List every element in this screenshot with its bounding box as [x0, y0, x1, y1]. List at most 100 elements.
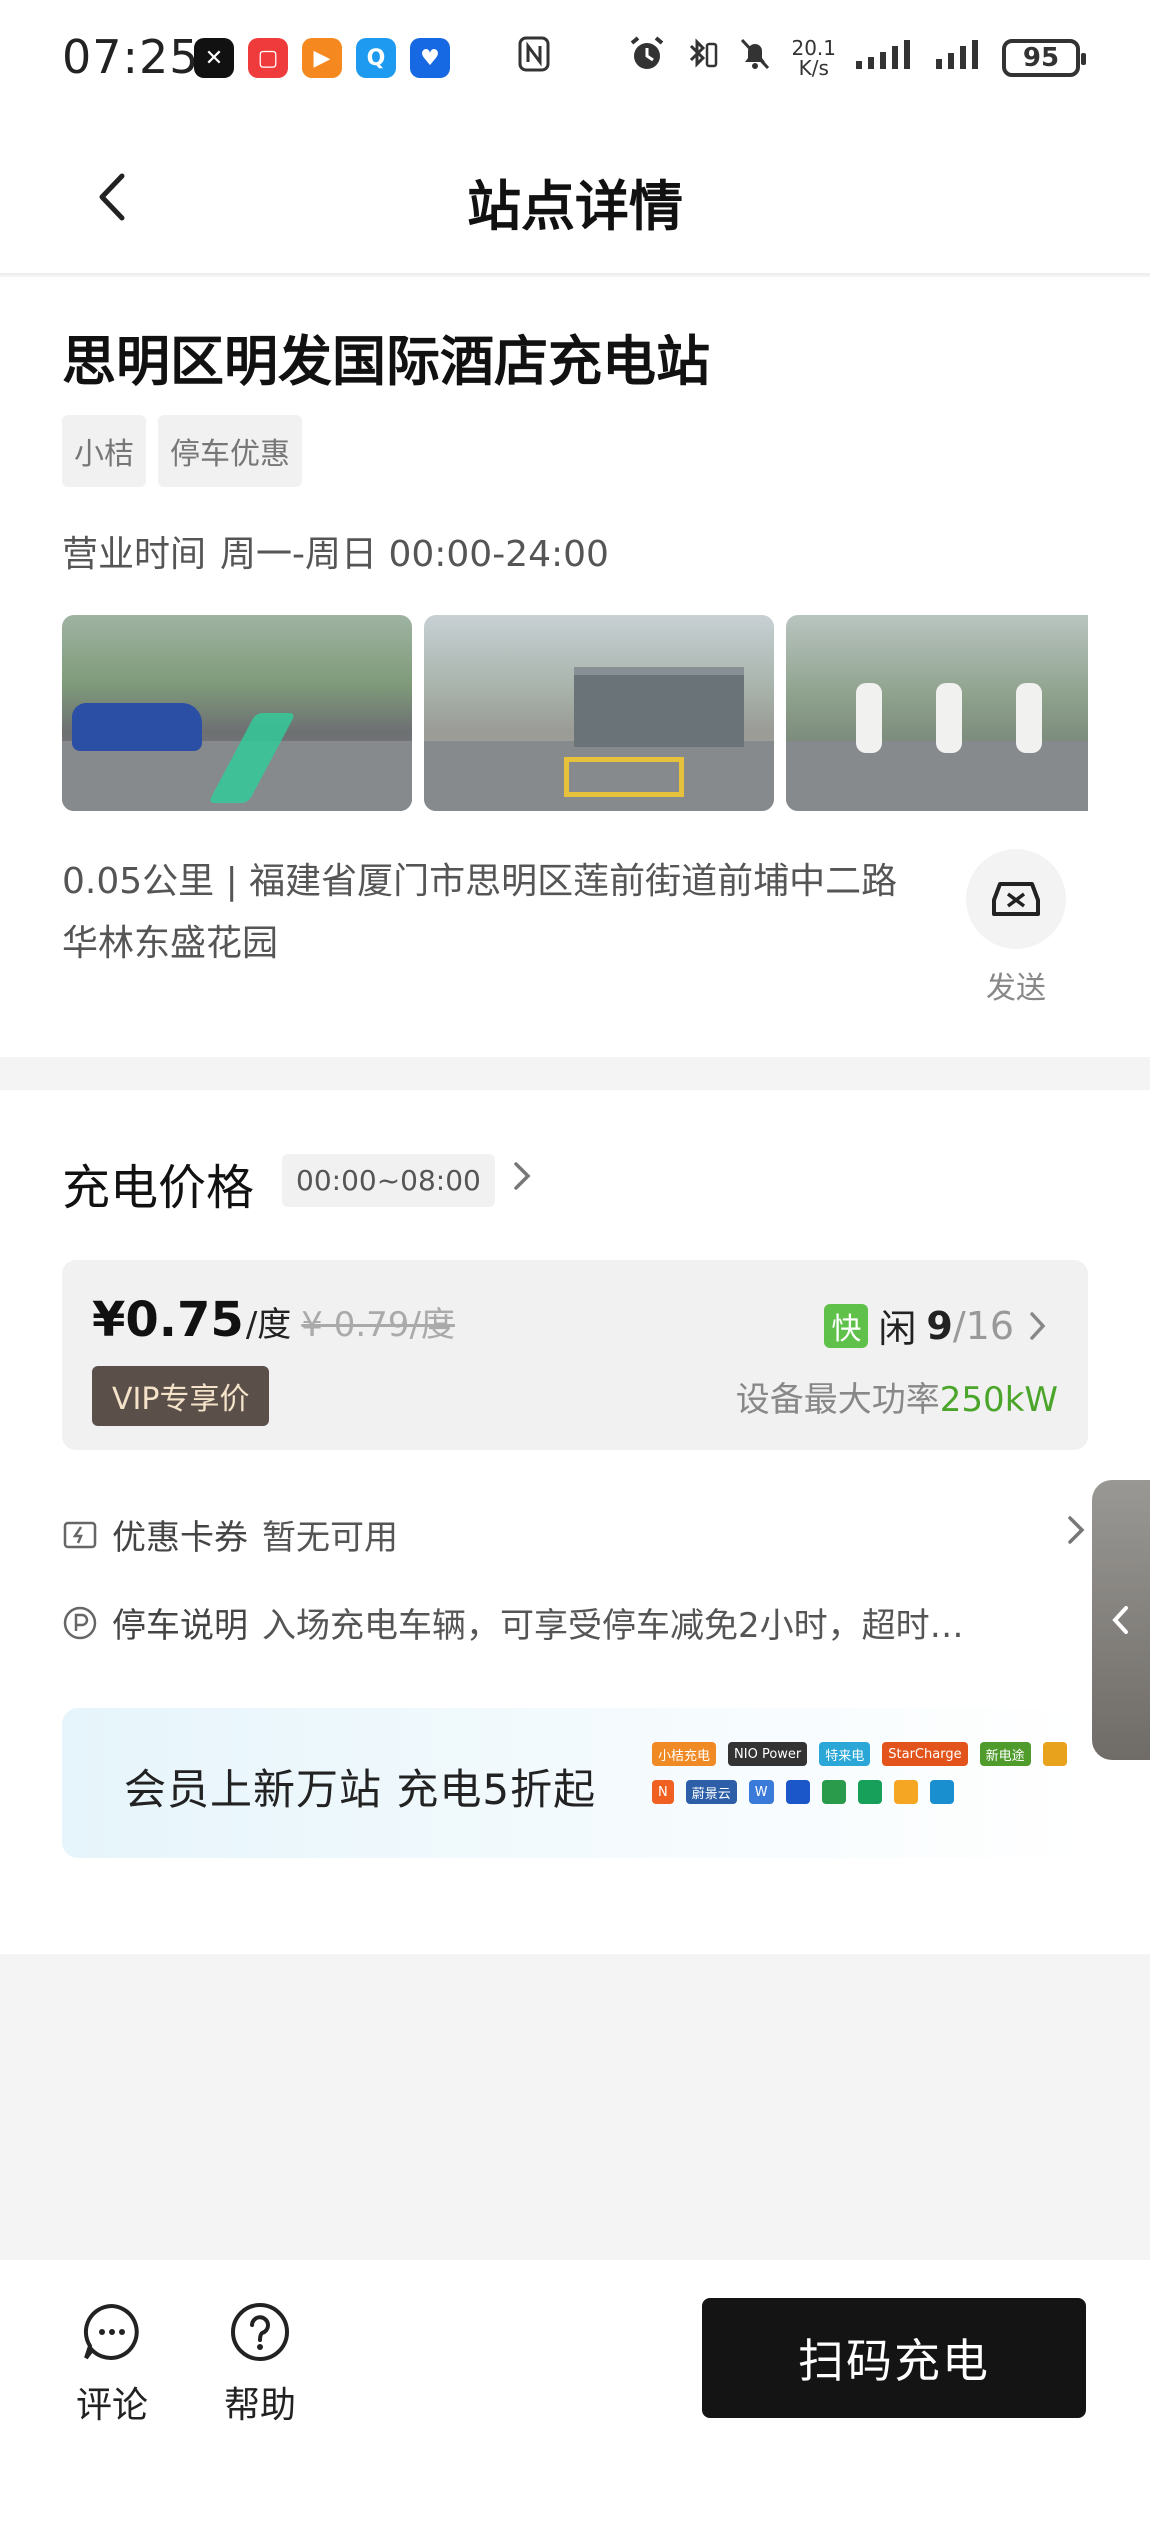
help-button[interactable]: 帮助	[210, 2300, 310, 2428]
orange-play-icon: ▶	[302, 38, 342, 78]
pricing-title: 充电价格	[62, 1160, 255, 1216]
status-time: 07:25	[62, 30, 200, 84]
current-price: ¥0.75	[92, 1292, 244, 1348]
photo-garage-gate	[574, 667, 744, 747]
station-tags: 小桔 停车优惠	[62, 415, 302, 487]
capcut-icon: ✕	[194, 38, 234, 78]
bluetooth-battery-icon	[685, 34, 719, 82]
signal-1-icon	[854, 37, 916, 79]
car-icon	[992, 882, 1040, 916]
page-header: 站点详情	[0, 120, 1150, 275]
partner-logo-icon: N	[652, 1780, 674, 1804]
send-label: 发送	[986, 971, 1046, 1006]
price-unit: /度	[245, 1305, 292, 1345]
vip-badge: VIP专享价	[92, 1366, 270, 1426]
help-label: 帮助	[223, 2385, 296, 2426]
chevron-right-icon	[514, 1162, 531, 1190]
signal-2-icon	[934, 37, 984, 79]
partner-logo-icon	[857, 1780, 882, 1804]
price-box[interactable]: ¥0.75 /度 ¥ 0.79/度 VIP专享价 快 闲 9/16 设备最大功率…	[62, 1260, 1088, 1450]
coupon-label: 优惠卡券	[112, 1518, 248, 1558]
station-name: 思明区明发国际酒店充电站	[62, 330, 710, 393]
business-hours: 营业时间 周一-周日 00:00-24:00	[62, 525, 609, 577]
total-count: /16	[952, 1303, 1014, 1348]
help-icon	[231, 2303, 289, 2361]
photo-charger	[856, 683, 882, 753]
partner-logos: 小桔充电 NIO Power 特来电 StarCharge 新电途 N 蔚景云 W	[652, 1742, 1072, 1804]
parking-value: 入场充电车辆，可享受停车减免2小时，超时…	[262, 1606, 964, 1646]
partner-logo-icon: 小桔充电	[652, 1742, 717, 1766]
search-app-icon: Q	[356, 38, 396, 78]
photo-car	[72, 703, 202, 751]
parking-info-row[interactable]: 停车说明 入场充电车辆，可享受停车减免2小时，超时…	[62, 1598, 1088, 1647]
station-photo[interactable]	[424, 615, 774, 811]
red-app-icon: ▢	[248, 38, 288, 78]
station-address: 0.05公里 | 福建省厦门市思明区莲前街道前埔中二路华林东盛花园	[62, 861, 898, 964]
tag-operator: 小桔	[62, 415, 146, 487]
bottom-action-bar: 评论 帮助 扫码充电	[0, 2260, 1150, 2542]
net-speed-unit: K/s	[798, 56, 829, 80]
partner-logo-icon: 蔚景云	[685, 1780, 737, 1804]
price-time-range[interactable]: 00:00~08:00	[282, 1154, 495, 1207]
idle-label: 闲	[878, 1307, 917, 1351]
send-circle	[966, 849, 1066, 949]
power-label: 设备最大功率	[735, 1380, 940, 1420]
price-detail-chevron[interactable]	[506, 1156, 538, 1200]
photo-charger	[1016, 683, 1042, 753]
fast-charge-badge: 快	[824, 1303, 869, 1348]
max-power: 设备最大功率250kW	[736, 1372, 1058, 1421]
status-indicators: 20.1 K/s 95	[517, 34, 1086, 82]
price-main: ¥0.75 /度 ¥ 0.79/度	[92, 1292, 455, 1348]
status-bar: 07:25 ✕ ▢ ▶ Q ♥ 20.1 K/s 95	[0, 0, 1150, 120]
comment-button[interactable]: 评论	[62, 2300, 162, 2428]
comment-icon	[83, 2303, 139, 2360]
photo-yellow-marking	[564, 757, 684, 797]
bulb-app-icon: ♥	[410, 38, 450, 78]
page-title: 站点详情	[467, 175, 683, 238]
partner-logo-icon: W	[748, 1780, 774, 1804]
pricing-card: 充电价格 00:00~08:00 ¥0.75 /度 ¥ 0.79/度 VIP专享…	[0, 1090, 1150, 1954]
power-value: 250kW	[939, 1380, 1058, 1420]
partner-logo-icon	[821, 1780, 846, 1804]
partner-logo-icon: StarCharge	[882, 1742, 968, 1766]
tag-parking-discount: 停车优惠	[158, 415, 302, 487]
chevron-right-icon	[1062, 1510, 1090, 1559]
parking-label: 停车说明	[112, 1606, 248, 1646]
coupon-value: 暂无可用	[262, 1518, 398, 1558]
station-info-card: 思明区明发国际酒店充电站 小桔 停车优惠 营业时间 周一-周日 00:00-24…	[0, 277, 1150, 1057]
partner-logo-icon: NIO Power	[728, 1742, 808, 1766]
station-photo-gallery[interactable]	[62, 615, 1088, 811]
partner-logo-icon: 新电途	[979, 1742, 1031, 1766]
charger-availability[interactable]: 快 闲 9/16	[824, 1298, 1050, 1353]
send-to-car-button[interactable]: 发送	[964, 849, 1068, 1007]
member-promo-banner[interactable]: 会员上新万站 充电5折起 小桔充电 NIO Power 特来电 StarCharge 新…	[62, 1708, 1088, 1858]
partner-logo-icon	[893, 1780, 918, 1804]
photo-road	[786, 741, 1088, 811]
station-detail-page: 07:25 ✕ ▢ ▶ Q ♥ 20.1 K/s 95 站点详情 思明区明发国际…	[0, 0, 1150, 2542]
alarm-icon	[627, 34, 667, 82]
mute-bell-icon	[737, 34, 773, 82]
battery-indicator: 95	[1002, 39, 1086, 77]
partner-logo-icon	[1042, 1742, 1067, 1766]
station-photo[interactable]	[62, 615, 412, 811]
photo-charger	[936, 683, 962, 753]
hours-value: 周一-周日 00:00-24:00	[220, 534, 609, 575]
nfc-icon	[517, 35, 551, 81]
partner-logo-icon	[929, 1780, 954, 1804]
comment-label: 评论	[75, 2385, 148, 2426]
coupon-row[interactable]: 优惠卡券 暂无可用	[62, 1510, 1088, 1559]
hours-label: 营业时间	[62, 534, 207, 575]
parking-icon	[62, 1605, 98, 1641]
original-price: ¥ 0.79/度	[301, 1305, 455, 1345]
chevron-left-icon	[1112, 1606, 1128, 1634]
chevron-right-icon	[1030, 1311, 1046, 1340]
banner-text: 会员上新万站 充电5折起	[124, 1765, 597, 1814]
partner-logo-icon: 特来电	[819, 1742, 871, 1766]
partner-logo-icon	[785, 1780, 810, 1804]
station-photo[interactable]	[786, 615, 1088, 811]
scan-to-charge-button[interactable]: 扫码充电	[702, 2298, 1086, 2418]
status-app-icons: ✕ ▢ ▶ Q ♥	[194, 38, 450, 78]
coupon-icon	[62, 1517, 98, 1553]
network-speed: 20.1 K/s	[791, 38, 836, 78]
side-drawer-handle[interactable]	[1092, 1480, 1150, 1760]
